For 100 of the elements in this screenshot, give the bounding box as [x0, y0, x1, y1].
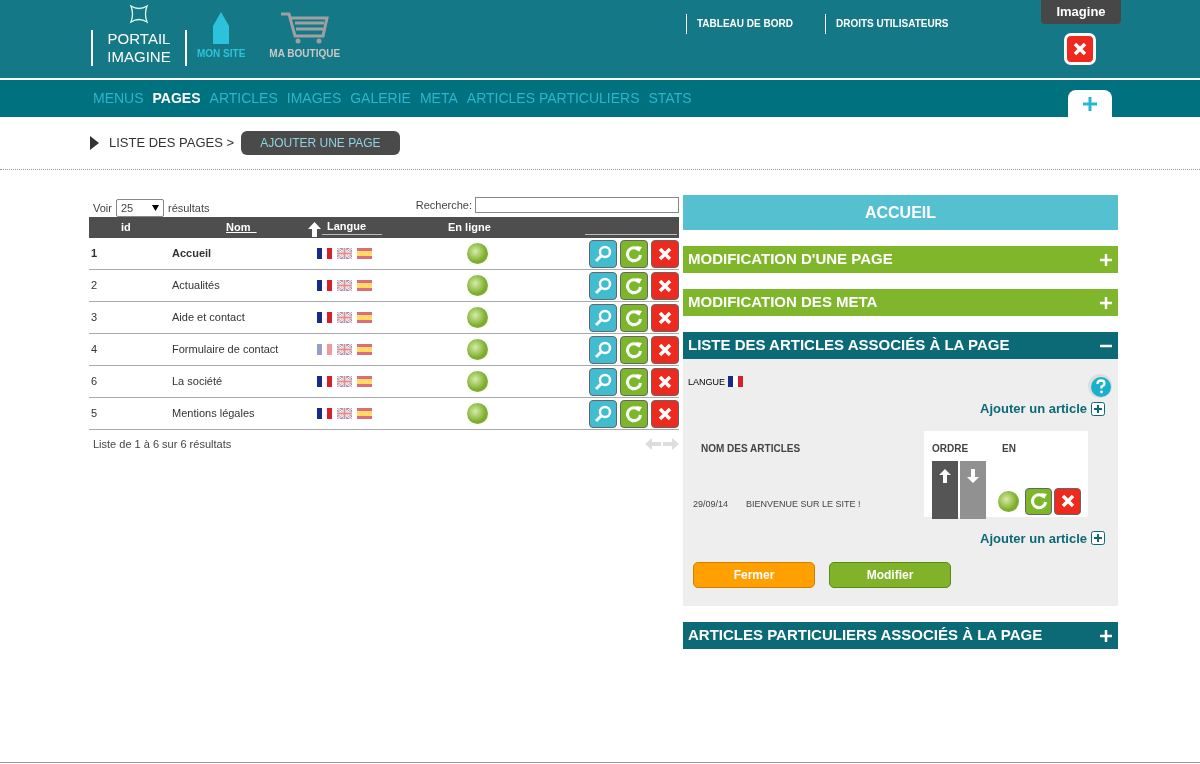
move-up-button[interactable] — [932, 460, 958, 519]
spain-flag-icon — [357, 376, 372, 387]
section-header[interactable]: MODIFICATION DES META — [683, 289, 1118, 316]
uk-flag-icon — [337, 344, 352, 355]
admin-link[interactable]: TABLEAU DE BORD — [686, 14, 825, 34]
section-header[interactable]: LISTE DES ARTICLES ASSOCIÉS À LA PAGE — [683, 332, 1118, 359]
help-icon[interactable] — [1087, 373, 1113, 399]
search-icon — [594, 308, 612, 327]
close-icon — [657, 277, 673, 294]
refresh-icon — [1029, 492, 1048, 510]
close-icon — [657, 245, 673, 262]
column-header: En ligne — [448, 220, 491, 236]
nav-tab[interactable]: GALERIE — [350, 88, 411, 109]
delete-button[interactable] — [651, 399, 679, 428]
france-flag-icon — [728, 375, 743, 387]
section-header[interactable]: MODIFICATION D'UNE PAGE — [683, 246, 1118, 273]
add-tab-button[interactable] — [1068, 90, 1112, 117]
search-button[interactable] — [589, 303, 617, 332]
delete-button[interactable] — [651, 239, 679, 268]
search-button[interactable] — [589, 239, 617, 268]
nav-tab[interactable]: ARTICLES PARTICULIERS — [466, 88, 640, 109]
search-icon — [594, 244, 612, 263]
search-icon — [594, 404, 612, 423]
column-header: ORDRE — [932, 441, 970, 456]
refresh-icon — [625, 404, 643, 423]
refresh-button[interactable] — [620, 367, 648, 396]
uk-flag-icon — [337, 408, 352, 419]
nav-tab[interactable]: META — [419, 88, 458, 109]
delete-button[interactable] — [1054, 487, 1081, 515]
plus-icon — [1082, 95, 1098, 112]
online-status-icon — [467, 243, 488, 264]
plus-icon — [1091, 401, 1105, 416]
search-field[interactable] — [475, 197, 679, 213]
refresh-icon — [625, 372, 643, 391]
plus-icon — [1091, 531, 1105, 546]
close-icon — [1072, 41, 1088, 57]
top-link[interactable]: MA BOUTIQUE — [269, 12, 341, 61]
pagination-info: Liste de 1 à 6 sur 6 résultats — [93, 437, 232, 452]
close-button[interactable]: Fermer — [693, 562, 815, 588]
add-article-link[interactable]: Ajouter un article — [980, 528, 1105, 548]
refresh-button[interactable] — [1025, 487, 1052, 515]
results-label: résultats — [167, 200, 210, 216]
nav-tab[interactable]: ARTICLES — [209, 88, 278, 109]
table-cell-text: 4 — [90, 342, 99, 358]
table-cell-text: 6 — [90, 374, 99, 390]
uk-flag-icon — [337, 312, 352, 323]
nav-tab[interactable]: PAGES — [152, 88, 201, 109]
column-header: NOM DES ARTICLES — [701, 441, 802, 456]
save-button[interactable]: Modifier — [829, 562, 951, 588]
refresh-button[interactable] — [620, 303, 648, 332]
page-size-select[interactable]: 25 — [115, 199, 164, 217]
down-arrow-icon — [967, 468, 979, 483]
top-link[interactable]: MON SITE — [197, 12, 246, 61]
search-icon — [594, 340, 612, 359]
online-status-icon — [998, 490, 1019, 512]
nav-tab[interactable]: IMAGES — [286, 88, 342, 109]
search-button[interactable] — [589, 335, 617, 364]
online-status-icon — [467, 339, 488, 360]
search-icon — [594, 276, 612, 295]
refresh-button[interactable] — [620, 335, 648, 364]
refresh-button[interactable] — [620, 271, 648, 300]
table-cell-text: 3 — [90, 310, 99, 326]
spain-flag-icon — [357, 344, 372, 355]
column-header: id — [120, 220, 132, 236]
table-cell-text: Formulaire de contact — [172, 342, 280, 358]
table-cell-text: 2 — [90, 278, 99, 294]
brand-name: IMAGINE — [107, 48, 171, 66]
column-header[interactable]: Langue — [322, 217, 382, 236]
add-article-link[interactable]: Ajouter un article — [980, 399, 1105, 419]
online-status-icon — [467, 403, 488, 424]
table-cell-text: 1 — [90, 246, 99, 262]
nav-tab[interactable]: MENUS — [93, 88, 144, 109]
close-icon — [1059, 493, 1076, 509]
refresh-icon — [625, 276, 643, 295]
logout-button[interactable] — [1064, 33, 1096, 65]
refresh-button[interactable] — [620, 239, 648, 268]
panel-title-bar: ACCUEIL — [683, 195, 1118, 230]
refresh-icon — [625, 340, 643, 359]
search-icon — [594, 372, 612, 391]
breadcrumb-current: LISTE DES PAGES > — [109, 134, 235, 153]
close-icon — [657, 309, 673, 326]
column-header[interactable]: Nom — [226, 219, 308, 236]
refresh-button[interactable] — [620, 399, 648, 428]
table-cell-text: La société — [172, 374, 224, 390]
delete-button[interactable] — [651, 271, 679, 300]
up-arrow-icon — [939, 468, 951, 483]
search-button[interactable] — [589, 367, 617, 396]
spain-flag-icon — [357, 248, 372, 259]
admin-link[interactable]: DROITS UTILISATEURS — [824, 14, 981, 34]
delete-button[interactable] — [651, 335, 679, 364]
search-button[interactable] — [589, 399, 617, 428]
move-down-button[interactable] — [960, 460, 986, 519]
nav-tab[interactable]: STATS — [648, 88, 692, 109]
delete-button[interactable] — [651, 303, 679, 332]
search-button[interactable] — [589, 271, 617, 300]
table-cell-text: Aide et contact — [172, 310, 246, 326]
online-status-icon — [467, 275, 488, 296]
add-page-button[interactable]: AJOUTER UNE PAGE — [241, 131, 400, 155]
delete-button[interactable] — [651, 367, 679, 396]
section-header[interactable]: ARTICLES PARTICULIERS ASSOCIÉS À LA PAGE — [683, 622, 1118, 649]
